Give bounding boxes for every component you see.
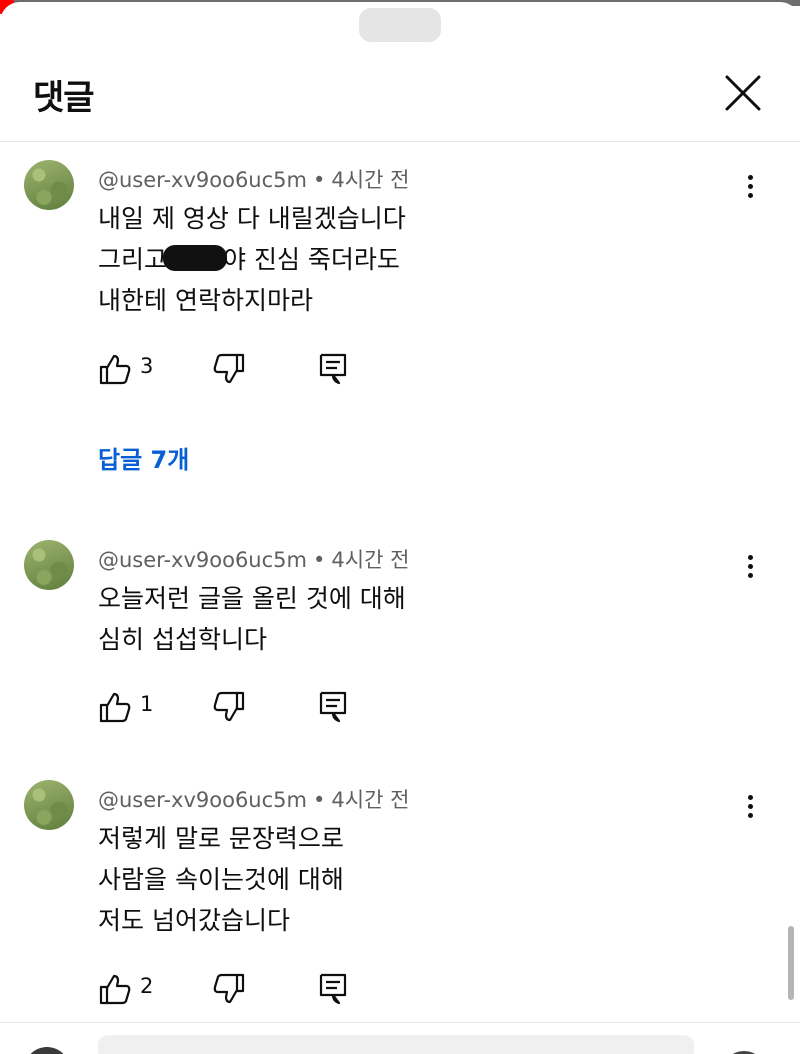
- comment-line: 그리고 야 진심 죽더라도: [98, 239, 406, 280]
- like-button[interactable]: 2: [98, 972, 153, 1006]
- comment-line: 내일 제 영상 다 내릴겠습니다: [98, 204, 406, 233]
- thumb-down-icon: [213, 691, 245, 722]
- comment-text: 저렇게 말로 문장력으로 사람을 속이는것에 대해 저도 넘어갔습니다: [98, 818, 344, 941]
- like-count: 3: [140, 354, 154, 378]
- comment-line: 심히 섭섭학니다: [98, 625, 267, 654]
- comment-text: 내일 제 영상 다 내릴겠습니다 그리고 야 진심 죽더라도 내한테 연락하지마라: [98, 198, 406, 321]
- thumb-down-icon: [213, 353, 245, 384]
- more-button[interactable]: [740, 552, 760, 582]
- panel-title: 댓글: [33, 78, 95, 118]
- comment-author[interactable]: @user-xv9oo6uc5m: [98, 788, 307, 812]
- avatar[interactable]: [24, 780, 74, 830]
- drag-handle[interactable]: [359, 8, 441, 42]
- my-avatar: [24, 1047, 70, 1054]
- comment-line-part: 그리고: [98, 245, 168, 274]
- like-button[interactable]: 3: [98, 352, 153, 386]
- view-replies-link[interactable]: 답글 7개: [98, 440, 189, 475]
- reply-button[interactable]: [318, 972, 348, 1006]
- comment-meta: @user-xv9oo6uc5m • 4시간 전: [98, 168, 410, 192]
- comment-input[interactable]: [98, 1035, 694, 1054]
- comment-list: @user-xv9oo6uc5m • 4시간 전 내일 제 영상 다 내릴겠습니다 …: [0, 142, 800, 1022]
- comment-line-part: 야 진심 죽더라도: [223, 245, 400, 274]
- dislike-button[interactable]: [212, 972, 246, 1006]
- reply-icon: [319, 353, 347, 385]
- comment-time: 4시간 전: [331, 548, 410, 572]
- comment-meta: @user-xv9oo6uc5m • 4시간 전: [98, 788, 410, 812]
- comment-author[interactable]: @user-xv9oo6uc5m: [98, 168, 307, 192]
- comment-line: 사람을 속이는것에 대해: [98, 865, 344, 894]
- comment-actions: 3: [98, 352, 398, 386]
- reply-icon: [319, 973, 347, 1005]
- comment-line: 내한테 연락하지마라: [98, 286, 313, 315]
- comment-line: 저렇게 말로 문장력으로: [98, 824, 344, 853]
- reply-button[interactable]: [318, 352, 348, 386]
- dislike-button[interactable]: [212, 690, 246, 724]
- comment-author[interactable]: @user-xv9oo6uc5m: [98, 548, 307, 572]
- more-button[interactable]: [740, 792, 760, 822]
- comment-composer: [0, 1022, 800, 1054]
- avatar[interactable]: [24, 540, 74, 590]
- scrollbar[interactable]: [788, 926, 794, 1000]
- sheet-header: 댓글: [0, 50, 800, 142]
- comment-actions: 2: [98, 972, 398, 1006]
- comment-line: 오늘저런 글을 올린 것에 대해: [98, 584, 406, 613]
- comment-time: 4시간 전: [331, 788, 410, 812]
- comment-text: 오늘저런 글을 올린 것에 대해 심히 섭섭학니다: [98, 578, 406, 660]
- comment-time: 4시간 전: [331, 168, 410, 192]
- comment-actions: 1: [98, 690, 398, 724]
- reply-icon: [319, 691, 347, 723]
- thumb-up-icon: [99, 974, 131, 1005]
- dislike-button[interactable]: [212, 352, 246, 386]
- thumb-down-icon: [213, 973, 245, 1004]
- close-icon: [725, 75, 761, 111]
- avatar[interactable]: [24, 160, 74, 210]
- thumb-up-icon: [99, 692, 131, 723]
- like-count: 2: [140, 974, 154, 998]
- like-button[interactable]: 1: [98, 690, 153, 724]
- comment-meta: @user-xv9oo6uc5m • 4시간 전: [98, 548, 410, 572]
- reply-button[interactable]: [318, 690, 348, 724]
- comments-sheet: 댓글 @user-xv9oo6uc5m • 4시간 전 내일 제 영상 다 내릴겠습…: [0, 2, 800, 1054]
- like-count: 1: [140, 692, 154, 716]
- thumb-up-icon: [99, 354, 131, 385]
- close-button[interactable]: [718, 68, 768, 118]
- comment-line: 저도 넘어갔습니다: [98, 906, 290, 935]
- more-button[interactable]: [740, 172, 760, 202]
- redaction-mark: [163, 245, 228, 271]
